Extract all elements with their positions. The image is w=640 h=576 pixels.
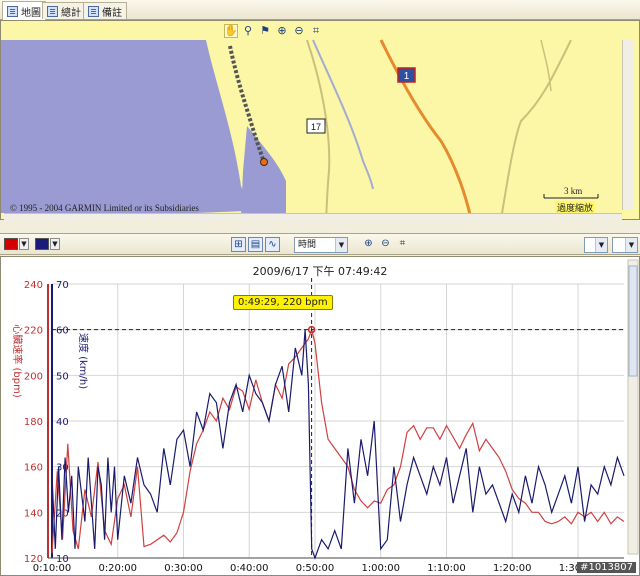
track-end-marker: [260, 158, 268, 166]
y-right-tick-label: 60: [56, 326, 69, 337]
notes-tab-icon: [88, 5, 99, 17]
zoom-out-icon[interactable]: ⊖: [292, 24, 306, 38]
map-vertical-scrollbar[interactable]: [622, 40, 634, 210]
x-tick-label: 0:20:00: [98, 563, 137, 574]
speed-color-swatch[interactable]: [35, 238, 49, 250]
map-canvas[interactable]: 1 17: [1, 21, 639, 219]
crosshair-callout: 0:49:29, 220 bpm: [233, 295, 333, 310]
y-left-tick-label: 140: [24, 508, 43, 519]
split-view-icon[interactable]: ▤: [248, 237, 263, 252]
chart-scroll-thumb: [628, 265, 638, 377]
y-left-tick-label: 180: [24, 417, 43, 428]
heart-rate-color-swatch[interactable]: [4, 238, 18, 250]
speed-series-line: [51, 329, 625, 560]
chevron-down-icon: ▼: [595, 238, 607, 252]
grid-view-icon[interactable]: ⊞: [231, 237, 246, 252]
route-shield-17-label: 17: [311, 122, 321, 132]
map-copyright: © 1995 - 2004 GARMIN Limited or its Subs…: [10, 203, 199, 213]
map-horizontal-scrollbar[interactable]: [4, 213, 622, 220]
y-right-tick-label: 10: [56, 554, 69, 565]
chart-toolbar: ▼ ▼ ⊞ ▤ ∿ 時間 ▼ ⊕ ⊖ ⌗ ▼ ▼: [0, 233, 640, 255]
speed-color-dropdown[interactable]: ▼: [50, 238, 60, 250]
y-right-tick-label: 70: [56, 280, 69, 291]
watermark: #1013807: [577, 562, 636, 573]
tab-totals-label: 總計: [61, 7, 81, 19]
magnify-icon[interactable]: ⚲: [241, 24, 255, 38]
map-pane[interactable]: 1 17: [0, 20, 640, 220]
chevron-down-icon: ▼: [625, 238, 637, 252]
y-left-axis-label: 心臟速率 (bpm): [11, 324, 24, 398]
route-shield-17: 17: [306, 118, 326, 134]
chart-zoom-out-icon[interactable]: ⊖: [378, 237, 393, 252]
x-tick-label: 0:30:00: [164, 563, 203, 574]
tab-notes[interactable]: 備註: [83, 2, 127, 19]
x-tick-label: 1:20:00: [493, 563, 532, 574]
garmin-training-center-window: 地圖 總計 備註 1 17 ✋ ⚲ ⚑ ⊕ ⊖ ⌗ © 1995 - 2004 …: [0, 0, 640, 576]
x-axis-select[interactable]: 時間 ▼: [294, 237, 348, 253]
tab-totals[interactable]: 總計: [42, 2, 86, 19]
y-right-tick-label: 40: [56, 417, 69, 428]
line-chart-icon[interactable]: ∿: [265, 237, 280, 252]
x-axis-select-value: 時間: [298, 240, 317, 250]
map-water-sea: [1, 40, 246, 213]
chart-timestamp: 2009/6/17 下午 07:49:42: [252, 265, 388, 278]
chart-fit-icon[interactable]: ⌗: [395, 237, 410, 252]
x-tick-label: 0:50:00: [296, 563, 335, 574]
y-left-tick-label: 240: [24, 280, 43, 291]
chart-zoom-in-icon[interactable]: ⊕: [361, 237, 376, 252]
y-left-tick-label: 200: [24, 371, 43, 382]
map-tab-icon: [7, 5, 18, 17]
view-tab-bar: 地圖 總計 備註: [0, 0, 640, 20]
flag-icon[interactable]: ⚑: [258, 24, 272, 38]
heart-rate-color-dropdown[interactable]: ▼: [19, 238, 29, 250]
y-left-tick-label: 160: [24, 463, 43, 474]
x-tick-label: 1:00:00: [361, 563, 400, 574]
tab-map[interactable]: 地圖: [2, 1, 46, 20]
chevron-down-icon: ▼: [335, 238, 347, 252]
y-left-tick-label: 120: [24, 554, 43, 565]
route-shield-1-label: 1: [404, 71, 410, 82]
x-tick-label: 0:40:00: [230, 563, 269, 574]
y-right-tick-label: 50: [56, 371, 69, 382]
pan-hand-icon[interactable]: ✋: [224, 23, 238, 38]
right-select-1[interactable]: ▼: [584, 237, 608, 253]
tab-notes-label: 備註: [102, 7, 122, 19]
route-shield-1: 1: [397, 67, 416, 83]
y-right-axis-label: 速度 (km/h): [77, 333, 90, 389]
list-tab-icon: [47, 5, 58, 17]
map-scale-label: 3 km: [564, 186, 583, 196]
tab-map-label: 地圖: [21, 7, 41, 19]
zoom-in-icon[interactable]: ⊕: [275, 24, 289, 38]
right-select-2[interactable]: ▼: [612, 237, 638, 253]
map-toolbar: ✋ ⚲ ⚑ ⊕ ⊖ ⌗: [220, 22, 332, 39]
y-left-tick-label: 220: [24, 326, 43, 337]
heart-rate-series-line: [51, 327, 625, 554]
x-tick-label: 1:10:00: [427, 563, 466, 574]
fit-extent-icon[interactable]: ⌗: [309, 24, 323, 38]
